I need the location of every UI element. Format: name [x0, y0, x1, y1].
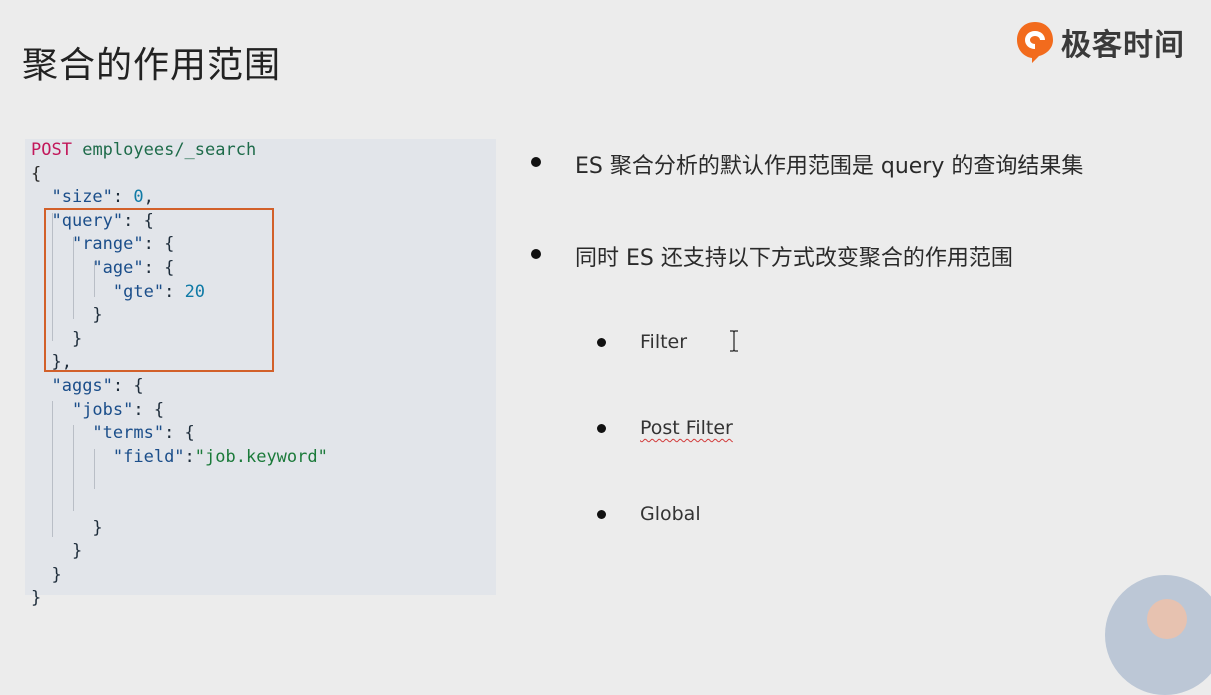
text-cursor-icon [730, 330, 738, 352]
code-brace: { [31, 163, 42, 184]
request-path: employees/_search [82, 140, 257, 160]
geektime-logo-icon [1017, 22, 1053, 63]
code-value: 0 [133, 187, 144, 208]
brand-logo: 极客时间 [1015, 20, 1185, 64]
code-value: "job.keyword" [194, 446, 328, 467]
presenter-avatar [1105, 575, 1211, 695]
bullet-item: 同时 ES 还支持以下方式改变聚合的作用范围 [575, 246, 1013, 271]
code-key: "terms" [92, 423, 165, 444]
query-highlight-box [44, 208, 274, 372]
code-key: "aggs" [51, 375, 113, 396]
sub-bullet-item: Post Filter [640, 417, 733, 439]
sub-bullet-item: Global [640, 503, 701, 525]
code-key: "field" [112, 446, 185, 467]
bullet-dot-icon [597, 338, 606, 347]
bullet-dot-icon [531, 249, 541, 259]
bullet-dot-icon [597, 510, 606, 519]
slide-title: 聚合的作用范围 [22, 45, 282, 86]
bullet-dot-icon [531, 157, 541, 167]
bullet-item: ES 聚合分析的默认作用范围是 query 的查询结果集 [575, 154, 1084, 179]
http-method: POST [31, 140, 72, 160]
presenter-face [1147, 599, 1187, 639]
code-key: "size" [51, 187, 113, 208]
sub-bullet-item: Filter [640, 331, 688, 353]
logo-text: 极客时间 [1061, 28, 1185, 63]
code-key: "jobs" [71, 399, 134, 420]
bullet-dot-icon [597, 424, 606, 433]
